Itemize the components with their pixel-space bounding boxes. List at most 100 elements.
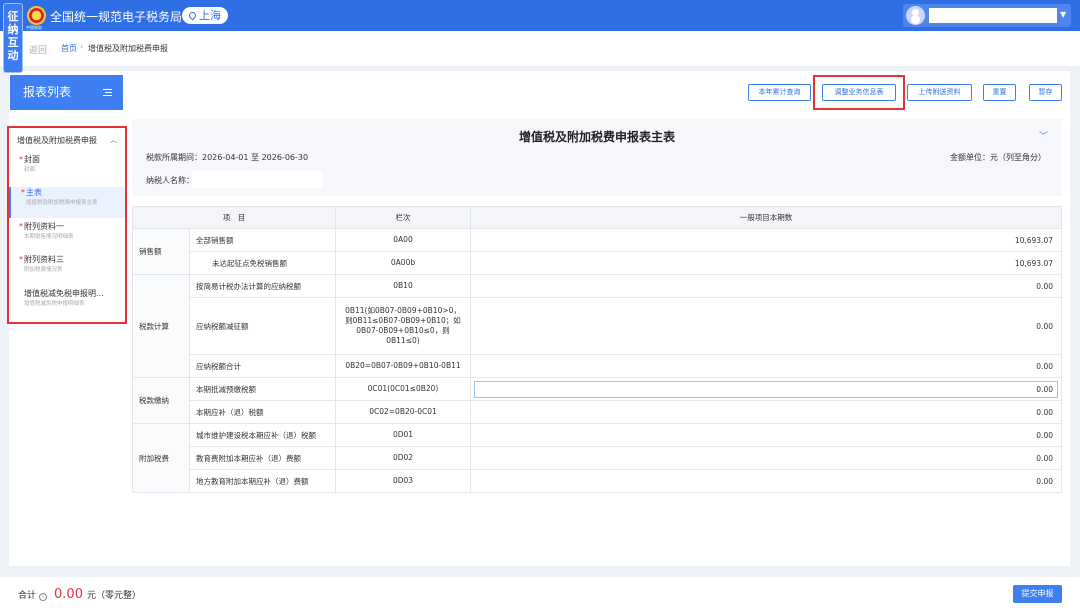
item-cell: 本期应补（退）税额	[189, 400, 336, 424]
item-cell: 地方教育附加本期应补（退）费额	[189, 469, 336, 493]
footer-bar: 合计 i 0.00 元（零元整） 提交申报	[0, 577, 1080, 610]
back-link[interactable]: 返回	[29, 43, 47, 56]
category-cell: 税款计算	[132, 274, 190, 378]
nav-item-subtitle: 附加税费情况表	[24, 267, 63, 273]
table-row: 本期应补（退）税额 0C02=0B20-0C01 0.00	[133, 400, 1062, 424]
total-label: 合计	[18, 591, 37, 601]
upload-attachments-button[interactable]: 上传附送资料	[907, 84, 972, 101]
info-icon[interactable]: i	[39, 593, 48, 601]
nav-item-subtitle: 本期销售情况明细表	[24, 234, 74, 240]
app-title: 全国统一规范电子税务局	[50, 10, 183, 24]
nav-item-subtitle: 增值税减免税申报明细表	[24, 301, 85, 307]
form-header: 增值税及附加税费申报表主表 ﹀ 税款所属期间：2026-04-01 至 2026…	[132, 119, 1062, 196]
region-label: 上海	[199, 9, 221, 22]
nav-item-title: 增值税减免税申报明...	[24, 289, 104, 298]
item-cell: 未达起征点免税销售额	[189, 251, 336, 275]
nav-item-cover[interactable]: * 封面 封面	[9, 154, 125, 185]
breadcrumb-current: 增值税及附加税费申报	[88, 44, 168, 53]
item-cell: 应纳税额减征额	[189, 297, 336, 355]
total-amount: 0.00	[54, 587, 83, 602]
form-title: 增值税及附加税费申报表主表	[518, 130, 675, 144]
code-cell: 0A00b	[335, 251, 471, 275]
interaction-side-tab[interactable]: 征纳互动	[3, 3, 23, 73]
code-cell: 0D01	[335, 423, 471, 447]
tax-period: 税款所属期间：2026-04-01 至 2026-06-30	[146, 153, 309, 162]
nav-item-subtitle: 增值税及附加税费申报表主表	[26, 200, 98, 206]
adjust-business-info-button[interactable]: 调整业务信息表	[822, 84, 896, 101]
table-header-row: 项 目 栏次 一般项目本期数	[132, 206, 1062, 229]
item-cell: 教育费附加本期应补（退）费额	[189, 446, 336, 470]
taxpayer-label: 纳税人名称：	[146, 176, 194, 185]
declaration-table: 项 目 栏次 一般项目本期数 销售额 全部销售额 0A00 10,693.07 …	[132, 206, 1062, 493]
column-header-value: 一般项目本期数	[470, 206, 1062, 229]
region-selector[interactable]: 上海	[182, 7, 228, 24]
column-header-item: 项 目	[132, 206, 336, 229]
report-list-header[interactable]: 报表列表	[10, 75, 123, 110]
table-row: 附加税费 城市维护建设税本期应补（退）税额 0D01 0.00	[132, 423, 1062, 493]
report-list-title: 报表列表	[23, 85, 72, 99]
table-row: 地方教育附加本期应补（退）费额 0D03 0.00	[133, 469, 1062, 493]
location-pin-icon	[187, 10, 198, 21]
item-cell: 城市维护建设税本期应补（退）税额	[189, 423, 336, 447]
table-row: 税款计算 按简易计税办法计算的应纳税额 0B10 0.00	[132, 274, 1062, 378]
avatar-icon	[906, 6, 925, 25]
table-row: 未达起征点免税销售额 0A00b 10,693.07	[133, 251, 1062, 275]
code-cell: 0C02=0B20-0C01	[335, 400, 471, 424]
total-currency: 元（零元整）	[86, 591, 141, 601]
list-menu-icon[interactable]	[103, 89, 112, 96]
tax-emblem-icon	[27, 6, 46, 25]
value-cell: 0.00	[470, 354, 1062, 378]
category-cell: 销售额	[132, 228, 190, 275]
annual-cumulative-query-button[interactable]: 本年累计查询	[748, 84, 811, 101]
chevron-up-icon[interactable]: ︿	[110, 135, 117, 145]
user-name-field	[929, 8, 1057, 23]
nav-item-schedule-3[interactable]: * 附列资料三 附加税费情况表	[9, 254, 125, 285]
code-cell: 0B20=0B07-0B09+0B10-0B11	[335, 354, 471, 378]
item-cell: 全部销售额	[189, 228, 336, 252]
submit-declaration-button[interactable]: 提交申报	[1013, 585, 1062, 603]
table-row: 教育费附加本期应补（退）费额 0D02 0.00	[133, 446, 1062, 470]
table-row: 销售额 全部销售额 0A00 10,693.07	[132, 228, 1062, 275]
nav-item-schedule-1[interactable]: * 附列资料一 本期销售情况明细表	[9, 221, 125, 252]
value-cell: 0.00	[470, 274, 1062, 298]
table-row: 应纳税额减征额 0B11(如0B07-0B09+0B10>0，则0B11≤0B0…	[133, 297, 1062, 355]
caret-down-icon: ▼	[1060, 10, 1067, 19]
report-nav: 增值税及附加税费申报 ︿ * 封面 封面 * 主表 增值税及附加税费申报表主表 …	[7, 126, 127, 324]
category-cell: 税款缴纳	[132, 377, 190, 424]
nav-item-tax-relief[interactable]: 增值税减免税申报明... 增值税减免税申报明细表	[9, 288, 125, 319]
required-mark: *	[21, 188, 25, 197]
code-cell: 0B10	[335, 274, 471, 298]
breadcrumb-separator: ›	[80, 42, 84, 51]
breadcrumb-home[interactable]: 首页	[61, 43, 77, 54]
required-mark: *	[19, 155, 23, 164]
value-cell: 0.00	[470, 377, 1062, 401]
reset-button[interactable]: 重置	[983, 84, 1016, 101]
code-cell: 0D02	[335, 446, 471, 470]
nav-item-main-form[interactable]: * 主表 增值税及附加税费申报表主表	[9, 187, 125, 218]
item-cell: 按简易计税办法计算的应纳税额	[189, 274, 336, 298]
user-menu[interactable]: ▼	[903, 4, 1071, 27]
item-cell: 应纳税额合计	[189, 354, 336, 378]
required-mark: *	[19, 222, 23, 231]
breadcrumb: 返回 首页 › 增值税及附加税费申报	[0, 31, 1080, 66]
nav-group-title[interactable]: 增值税及附加税费申报	[17, 135, 97, 146]
value-cell: 0.00	[470, 297, 1062, 355]
category-cell: 附加税费	[132, 423, 190, 493]
value-cell: 0.00	[470, 469, 1062, 493]
table-row: 税款缴纳 本期抵减预缴税额 0C01(0C01≤0B20) 0.00	[132, 377, 1062, 424]
value-cell: 10,693.07	[470, 228, 1062, 252]
chevron-down-icon[interactable]: ﹀	[1039, 129, 1048, 142]
total-summary: 合计 i 0.00 元（零元整）	[18, 587, 141, 602]
nav-item-title: 封面	[24, 155, 40, 164]
taxpayer-name-field	[192, 171, 322, 188]
table-row: 应纳税额合计 0B20=0B07-0B09+0B10-0B11 0.00	[133, 354, 1062, 378]
column-header-code: 栏次	[335, 206, 471, 229]
prepaid-deduction-input[interactable]: 0.00	[474, 380, 1058, 398]
code-cell: 0B11(如0B07-0B09+0B10>0，则0B11≤0B07-0B09+0…	[335, 297, 471, 355]
save-draft-button[interactable]: 暂存	[1029, 84, 1062, 101]
amount-unit: 金额单位：元（列至角分）	[950, 153, 1046, 162]
value-cell: 10,693.07	[470, 251, 1062, 275]
nav-item-title: 附列资料三	[24, 255, 64, 264]
code-cell: 0C01(0C01≤0B20)	[335, 377, 471, 401]
nav-item-title: 附列资料一	[24, 222, 64, 231]
